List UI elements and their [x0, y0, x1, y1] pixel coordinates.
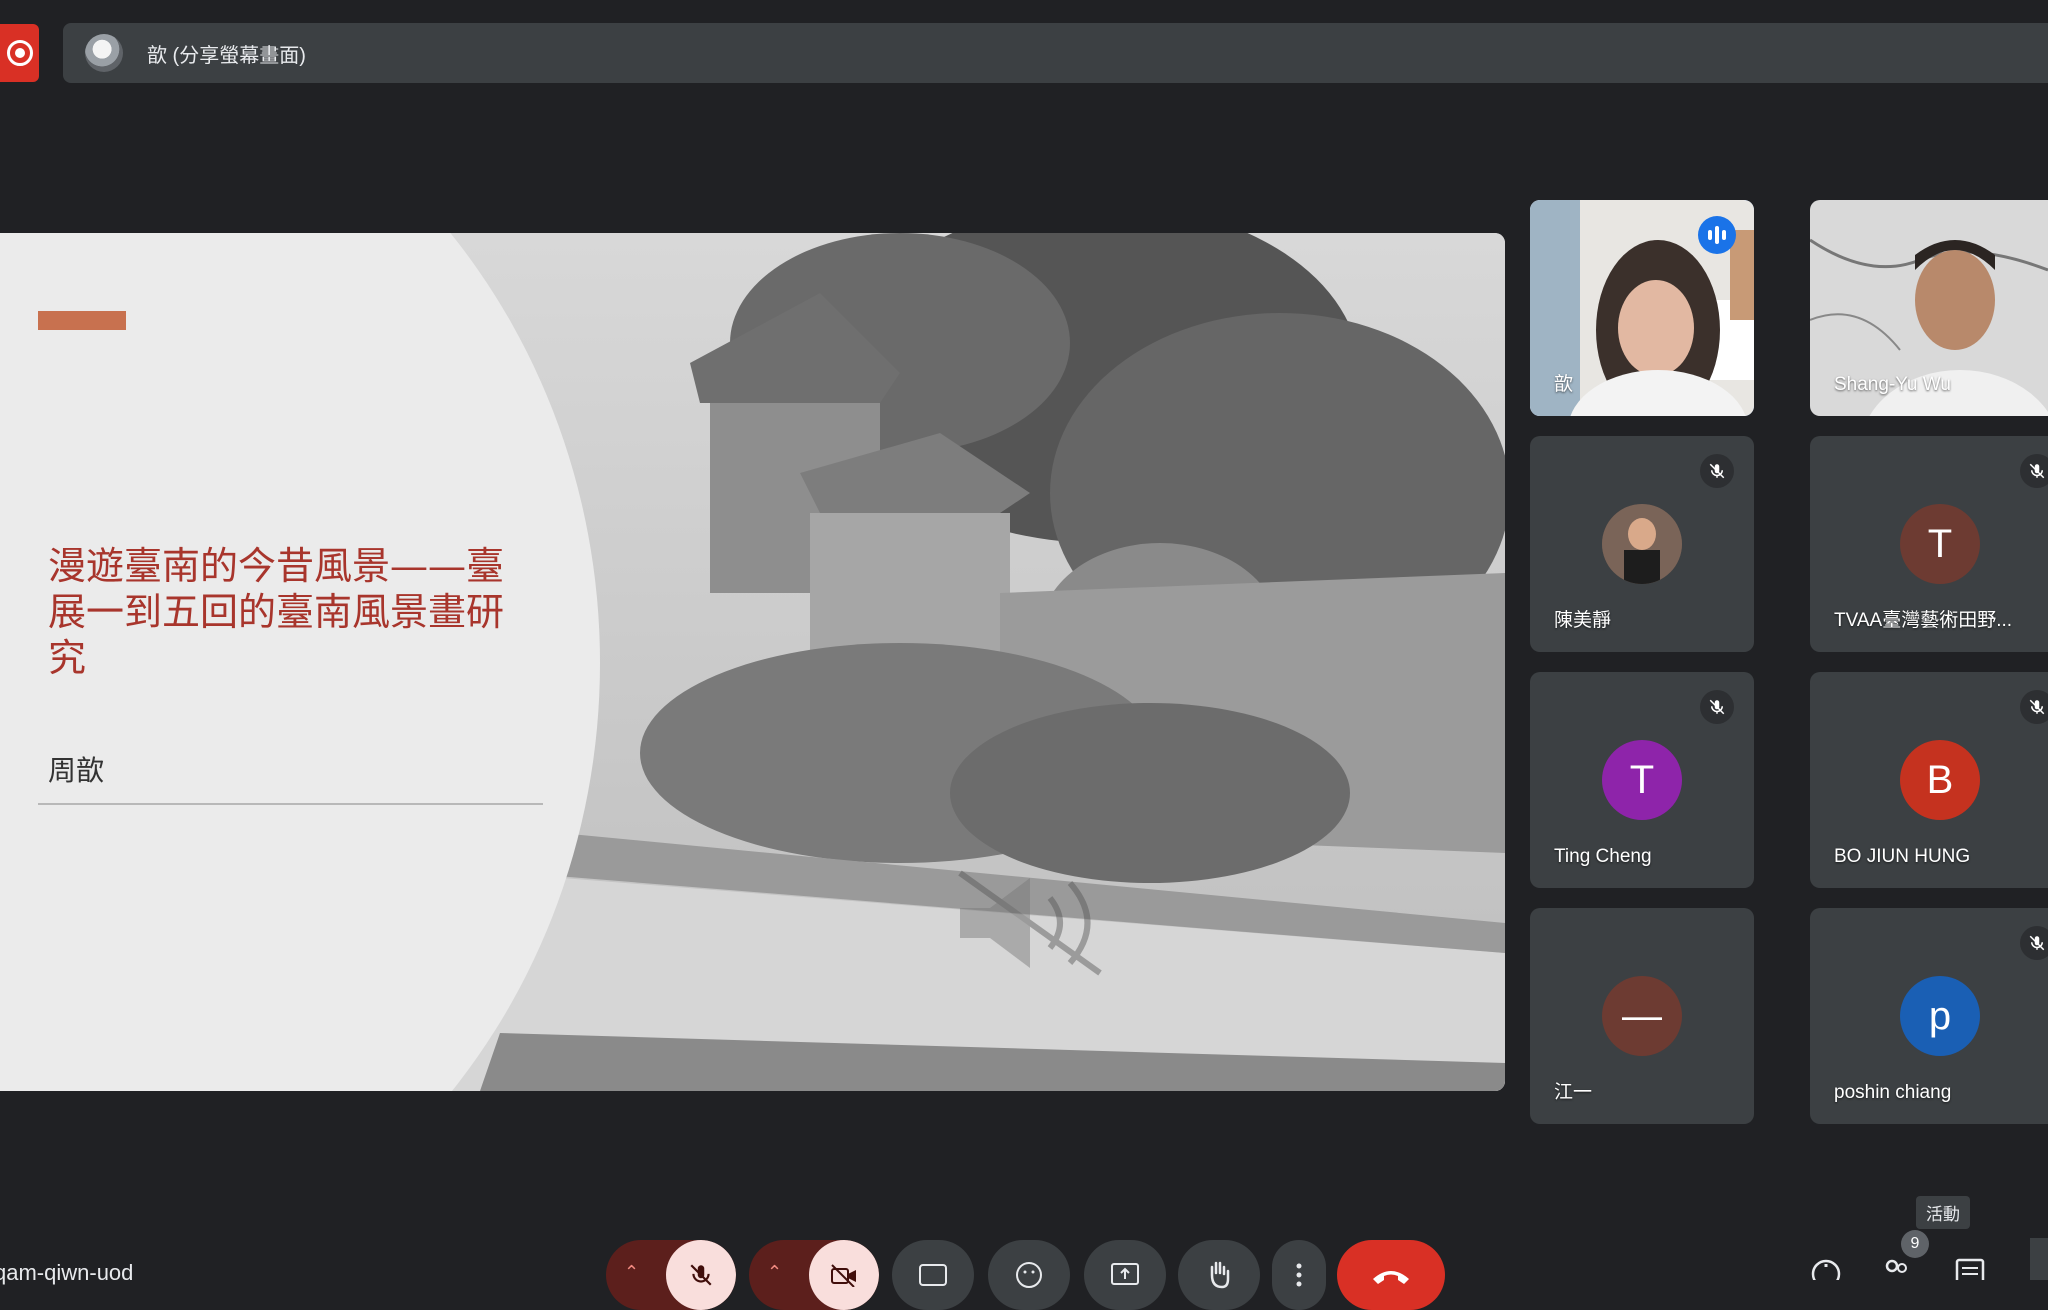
participant-tile[interactable]: T Ting Cheng — [1530, 672, 1754, 888]
slide-accent-bar — [38, 311, 126, 330]
participant-count-badge: 9 — [1901, 1230, 1929, 1258]
participant-name: poshin chiang — [1834, 1082, 1952, 1103]
recording-indicator[interactable] — [0, 24, 39, 82]
mic-toggle-button[interactable]: ⌃ — [606, 1240, 736, 1310]
activities-button-partial[interactable] — [2030, 1238, 2048, 1280]
participant-tile[interactable]: 陳美靜 — [1530, 436, 1754, 652]
presenter-label: 歆 (分享螢幕畫面) — [147, 44, 306, 67]
info-icon[interactable] — [1810, 1258, 1842, 1280]
mic-off-icon — [2020, 926, 2048, 960]
present-screen-icon — [1111, 1263, 1139, 1285]
audio-muted-icon — [958, 870, 1102, 976]
mic-off-icon — [666, 1240, 736, 1310]
call-end-icon — [1373, 1271, 1409, 1284]
participant-name: BO JIUN HUNG — [1834, 846, 1971, 867]
participant-initial-avatar: T — [1602, 740, 1682, 820]
shared-screen-slide: 漫遊臺南的今昔風景——臺展一到五回的臺南風景畫研究 周歆 — [0, 233, 1505, 1091]
participant-name: Shang-Yu Wu — [1834, 374, 1951, 395]
activities-tooltip: 活動 — [1916, 1196, 1970, 1229]
chevron-up-icon: ⌃ — [624, 1262, 640, 1282]
participant-tile[interactable]: — 江一 — [1530, 908, 1754, 1124]
participant-photo-avatar — [1602, 504, 1682, 584]
slide-author: 周歆 — [48, 754, 105, 787]
mic-off-icon — [1700, 454, 1734, 488]
more-vert-icon — [1296, 1263, 1302, 1287]
mic-off-icon — [1700, 690, 1734, 724]
present-screen-button[interactable] — [1084, 1240, 1166, 1310]
participant-tile-self[interactable]: 歆 — [1530, 200, 1754, 416]
presenter-avatar — [85, 34, 123, 72]
participant-initial-avatar: T — [1900, 504, 1980, 584]
participant-name: 陳美靜 — [1554, 610, 1612, 631]
mic-off-icon — [2020, 454, 2048, 488]
speaking-indicator-icon — [1698, 216, 1736, 254]
participant-initial-avatar: p — [1900, 976, 1980, 1056]
slide-divider — [38, 803, 543, 805]
participant-tile[interactable]: Shang-Yu Wu — [1810, 200, 2048, 416]
hand-icon — [1210, 1261, 1230, 1289]
captions-button[interactable] — [892, 1240, 974, 1310]
participant-name: 歆 — [1554, 374, 1574, 395]
raise-hand-button[interactable] — [1178, 1240, 1260, 1310]
slide-title: 漫遊臺南的今昔風景——臺展一到五回的臺南風景畫研究 — [48, 544, 505, 680]
participant-tile[interactable]: p poshin chiang — [1810, 908, 2048, 1124]
emoji-icon — [1016, 1262, 1042, 1288]
captions-icon — [919, 1264, 947, 1286]
participant-tile[interactable]: T TVAA臺灣藝術田野... — [1810, 436, 2048, 652]
presenter-bar: 歆 (分享螢幕畫面) — [63, 23, 2048, 83]
record-icon — [6, 40, 33, 66]
chevron-up-icon: ⌃ — [767, 1262, 783, 1282]
camera-toggle-button[interactable]: ⌃ — [749, 1240, 879, 1310]
participant-initial-avatar: — — [1602, 976, 1682, 1056]
emoji-reaction-button[interactable] — [988, 1240, 1070, 1310]
leave-call-button[interactable] — [1337, 1240, 1445, 1310]
participant-name: TVAA臺灣藝術田野... — [1834, 610, 2013, 631]
people-icon[interactable] — [1880, 1258, 1912, 1280]
participant-initial-avatar: B — [1900, 740, 1980, 820]
meeting-code: qam-qiwn-uod — [0, 1260, 134, 1285]
chat-icon[interactable] — [1954, 1258, 1986, 1280]
participant-name: Ting Cheng — [1554, 846, 1652, 867]
camera-off-icon — [809, 1240, 879, 1310]
participant-name: 江一 — [1554, 1082, 1593, 1103]
participant-tile[interactable]: B BO JIUN HUNG — [1810, 672, 2048, 888]
mic-off-icon — [2020, 690, 2048, 724]
more-options-button[interactable] — [1272, 1240, 1326, 1310]
